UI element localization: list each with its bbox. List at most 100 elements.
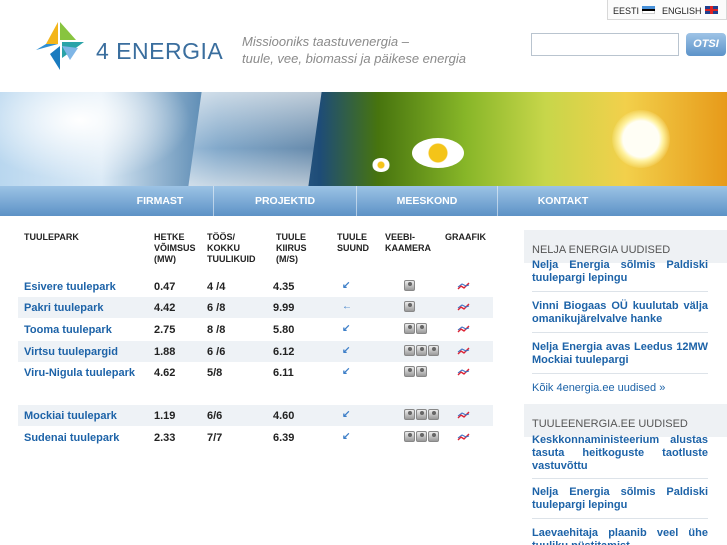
turbines-value: 7/7: [207, 432, 223, 444]
speed-value: 5.80: [273, 324, 295, 336]
news-divider: [532, 518, 708, 519]
webcam-icon[interactable]: [416, 431, 427, 442]
arrow-southwest-icon: ↙: [342, 431, 351, 442]
graph-icon[interactable]: [457, 324, 470, 334]
turbines-value: 6 /8: [207, 302, 226, 314]
turbines-value: 5/8: [207, 367, 223, 379]
webcam-icon[interactable]: [404, 409, 415, 420]
table-row: Tooma tuulepark 2.75 8 /8 5.80 ↙: [18, 319, 493, 340]
news1-item[interactable]: Vinni Biogaas OÜ kuulutab välja omanikuj…: [532, 300, 708, 326]
sun-image: [612, 110, 670, 168]
news2-heading: TUULEENERGIA.EE UUDISED: [524, 404, 727, 437]
webcam-icon[interactable]: [404, 431, 415, 442]
language-switcher: EESTI ENGLISH: [607, 0, 727, 20]
slogan-line-1: Missiooniks taastuvenergia –: [242, 34, 409, 49]
webcam-icon[interactable]: [416, 323, 427, 334]
table-row: Sudenai tuulepark 2.33 7/7 6.39 ↙: [18, 427, 493, 448]
power-value: 2.33: [154, 432, 176, 444]
col-turbines-line: KOKKU: [207, 243, 240, 253]
nav-meeskond[interactable]: MEESKOND: [357, 186, 497, 216]
sky-cloud-image: [0, 92, 200, 186]
webcam-icon[interactable]: [416, 345, 427, 356]
power-value: 0.47: [154, 281, 176, 293]
news1-item[interactable]: Nelja Energia sõlmis Paldiski tuulepargi…: [532, 259, 708, 285]
speed-value: 9.99: [273, 302, 295, 314]
park-name-link[interactable]: Virtsu tuulepargid: [24, 346, 118, 358]
park-name-link[interactable]: Tooma tuulepark: [24, 324, 112, 336]
power-value: 4.62: [154, 367, 176, 379]
estonia-flag-icon[interactable]: [642, 6, 655, 14]
graph-icon[interactable]: [457, 302, 470, 312]
speed-value: 6.39: [273, 432, 295, 444]
speed-value: 6.11: [273, 367, 294, 379]
news2-item[interactable]: Keskkonnaministeerium alustas tasuta hei…: [532, 434, 708, 473]
news-divider: [532, 478, 708, 479]
webcam-icon[interactable]: [404, 323, 415, 334]
col-speed-line: TUULE: [276, 232, 306, 242]
news-divider: [532, 373, 708, 374]
col-power-line: (MW): [154, 254, 176, 264]
graph-icon[interactable]: [457, 367, 470, 377]
news2-item[interactable]: Nelja Energia sõlmis Paldiski tuulepargi…: [532, 486, 708, 512]
news2-item[interactable]: Laevaehitaja plaanib veel ühe tuuliku pü…: [532, 527, 708, 545]
webcam-icon[interactable]: [416, 409, 427, 420]
power-value: 2.75: [154, 324, 176, 336]
turbines-value: 4 /4: [207, 281, 226, 293]
power-value: 4.42: [154, 302, 176, 314]
arrow-southwest-icon: ↙: [342, 345, 351, 356]
uk-flag-icon[interactable]: [705, 6, 718, 14]
col-webcam-line: VEEBI-: [385, 232, 416, 242]
lang-en-link[interactable]: ENGLISH: [662, 6, 702, 16]
arrow-southwest-icon: ↙: [342, 409, 351, 420]
webcam-icon[interactable]: [404, 366, 415, 377]
webcam-icon[interactable]: [428, 431, 439, 442]
park-name-link[interactable]: Esivere tuulepark: [24, 281, 116, 293]
table-row: Mockiai tuulepark 1.19 6/6 4.60 ↙: [18, 405, 493, 426]
col-direction-line: SUUND: [337, 243, 370, 253]
webcam-icon[interactable]: [404, 301, 415, 312]
turbines-value: 6 /6: [207, 346, 226, 358]
park-name-link[interactable]: Pakri tuulepark: [24, 302, 103, 314]
arrow-southwest-icon: ↙: [342, 280, 351, 291]
news1-all-link[interactable]: Kõik 4energia.ee uudised »: [532, 382, 665, 394]
slogan-line-2: tuule, vee, biomassi ja päikese energia: [242, 51, 467, 66]
park-name-link[interactable]: Sudenai tuulepark: [24, 432, 119, 444]
search-input[interactable]: [531, 33, 679, 56]
nav-firmast[interactable]: FIRMAST: [107, 186, 213, 216]
webcam-icon[interactable]: [428, 345, 439, 356]
park-name-link[interactable]: Viru-Nigula tuulepark: [24, 367, 135, 379]
nav-kontakt[interactable]: KONTAKT: [498, 186, 628, 216]
banner-image: [0, 92, 727, 186]
turbines-value: 6/6: [207, 410, 223, 422]
table-row: Esivere tuulepark 0.47 4 /4 4.35 ↙: [18, 276, 493, 297]
arrow-southwest-icon: ↙: [342, 323, 351, 334]
power-value: 1.19: [154, 410, 176, 422]
col-speed: TUULE KIIRUS (M/S): [276, 232, 307, 265]
col-direction: TUULE SUUND: [337, 232, 369, 254]
power-value: 1.88: [154, 346, 176, 358]
table-row: Pakri tuulepark 4.42 6 /8 9.99 ←: [18, 297, 493, 318]
logo-icon[interactable]: [32, 14, 92, 74]
col-webcam: VEEBI- KAAMERA: [385, 232, 431, 254]
graph-icon[interactable]: [457, 410, 470, 420]
news1-item[interactable]: Nelja Energia avas Leedus 12MW Mockiai t…: [532, 341, 708, 367]
nav-projektid[interactable]: PROJEKTID: [214, 186, 356, 216]
col-speed-line: (M/S): [276, 254, 298, 264]
col-park: TUULEPARK: [24, 232, 79, 242]
graph-icon[interactable]: [457, 346, 470, 356]
webcam-icon[interactable]: [404, 280, 415, 291]
webcam-icon[interactable]: [404, 345, 415, 356]
logo-text[interactable]: 4 ENERGIA: [96, 38, 223, 65]
graph-icon[interactable]: [457, 281, 470, 291]
webcam-icon[interactable]: [416, 366, 427, 377]
graph-icon[interactable]: [457, 432, 470, 442]
col-graph: GRAAFIK: [445, 232, 486, 242]
webcam-icon[interactable]: [428, 409, 439, 420]
search-button[interactable]: OTSI: [686, 33, 726, 56]
slogan: Missiooniks taastuvenergia – tuule, vee,…: [242, 33, 466, 67]
park-name-link[interactable]: Mockiai tuulepark: [24, 410, 117, 422]
lang-et-link[interactable]: EESTI: [613, 6, 639, 16]
table-row: Virtsu tuulepargid 1.88 6 /6 6.12 ↙: [18, 341, 493, 362]
news-divider: [532, 332, 708, 333]
main-nav: FIRMAST PROJEKTID MEESKOND KONTAKT: [0, 186, 727, 216]
